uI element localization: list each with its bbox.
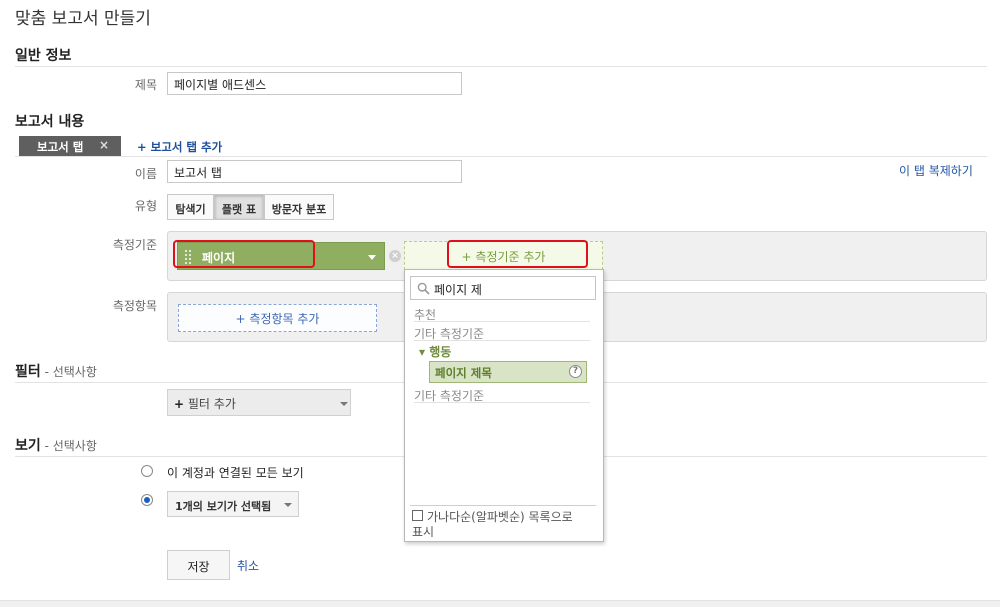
behavior-group[interactable]: ▾ 행동: [419, 343, 451, 360]
page-title-option[interactable]: 페이지 제목 ?: [429, 361, 587, 383]
cancel-link[interactable]: 취소: [237, 557, 259, 574]
views-select[interactable]: 1개의 보기가 선택됨: [167, 491, 299, 517]
dropdown-footer-divider: [410, 505, 596, 506]
dropdown-divider: [414, 321, 590, 322]
help-icon[interactable]: ?: [569, 365, 582, 378]
dimension-picker-dropdown: 페이지 제 추천 기타 측정기준 ▾ 행동 페이지 제목 ? 기타 측정기준 가…: [404, 269, 604, 542]
views-select-label: 1개의 보기가 선택됨: [175, 500, 272, 513]
duplicate-tab-link[interactable]: 이 탭 복제하기: [899, 162, 973, 179]
view-title: 보기: [15, 438, 41, 454]
dimension-search-input[interactable]: 페이지 제: [410, 276, 596, 300]
alpha-sort-label-line2: 표시: [412, 525, 435, 539]
type-map-overlay-button[interactable]: 방문자 분포: [264, 194, 334, 220]
filter-optional-note: - 선택사항: [40, 365, 97, 379]
chevron-down-icon: [340, 402, 348, 406]
close-icon[interactable]: ×: [99, 138, 109, 152]
page-title-option-label: 페이지 제목: [435, 366, 492, 380]
search-icon: [417, 282, 430, 295]
alpha-sort-label-line1: 가나다순(알파벳순) 목록으로: [427, 510, 573, 524]
type-flat-table-button[interactable]: 플랫 표: [214, 194, 264, 220]
behavior-group-label: 행동: [429, 345, 452, 359]
highlight-box: [447, 240, 588, 268]
name-label: 이름: [134, 167, 157, 181]
dimension-label: 측정기준: [112, 238, 157, 252]
title-label: 제목: [134, 78, 157, 92]
plus-icon: +: [174, 397, 185, 411]
save-button[interactable]: 저장: [167, 550, 230, 580]
metric-label: 측정항목: [112, 299, 157, 313]
report-tab-chip[interactable]: 보고서 탭 ×: [19, 136, 121, 156]
title-input[interactable]: 페이지별 애드센스: [167, 72, 462, 95]
selected-views-radio[interactable]: [141, 494, 153, 506]
highlight-box: [173, 240, 315, 268]
view-section-title: 보기 - 선택사항: [15, 435, 97, 455]
general-divider: [15, 66, 987, 67]
plus-icon: +: [137, 140, 147, 154]
type-label: 유형: [134, 199, 157, 213]
search-value: 페이지 제: [434, 283, 482, 297]
remove-dimension-icon[interactable]: ×: [389, 250, 401, 262]
add-filter-select[interactable]: + 필터 추가: [167, 389, 351, 416]
dropdown-divider: [414, 402, 590, 403]
general-section-title: 일반 정보: [15, 48, 72, 64]
view-optional-note: - 선택사항: [40, 439, 97, 453]
all-views-radio[interactable]: [141, 465, 153, 477]
content-divider: [15, 156, 987, 157]
alpha-sort-checkbox[interactable]: [412, 510, 423, 521]
add-metric-button[interactable]: + 측정항목 추가: [178, 304, 377, 332]
page-title: 맞춤 보고서 만들기: [15, 9, 151, 29]
report-tab-label: 보고서 탭: [37, 140, 84, 154]
all-views-label: 이 계정과 연결된 모든 보기: [167, 466, 304, 480]
footer-bar: [0, 600, 1000, 607]
add-filter-label: 필터 추가: [187, 397, 236, 411]
caret-down-icon: ▾: [419, 345, 426, 359]
add-report-tab-label: 보고서 탭 추가: [150, 140, 223, 154]
add-report-tab-link[interactable]: + 보고서 탭 추가: [137, 139, 222, 155]
filter-section-title: 필터 - 선택사항: [15, 361, 97, 381]
content-section-title: 보고서 내용: [15, 114, 85, 130]
chevron-down-icon: [284, 503, 292, 507]
chevron-down-icon[interactable]: [368, 255, 376, 260]
filter-title: 필터: [15, 364, 41, 380]
name-input[interactable]: 보고서 탭: [167, 160, 462, 183]
type-explorer-button[interactable]: 탐색기: [167, 194, 214, 220]
dropdown-divider: [414, 340, 590, 341]
